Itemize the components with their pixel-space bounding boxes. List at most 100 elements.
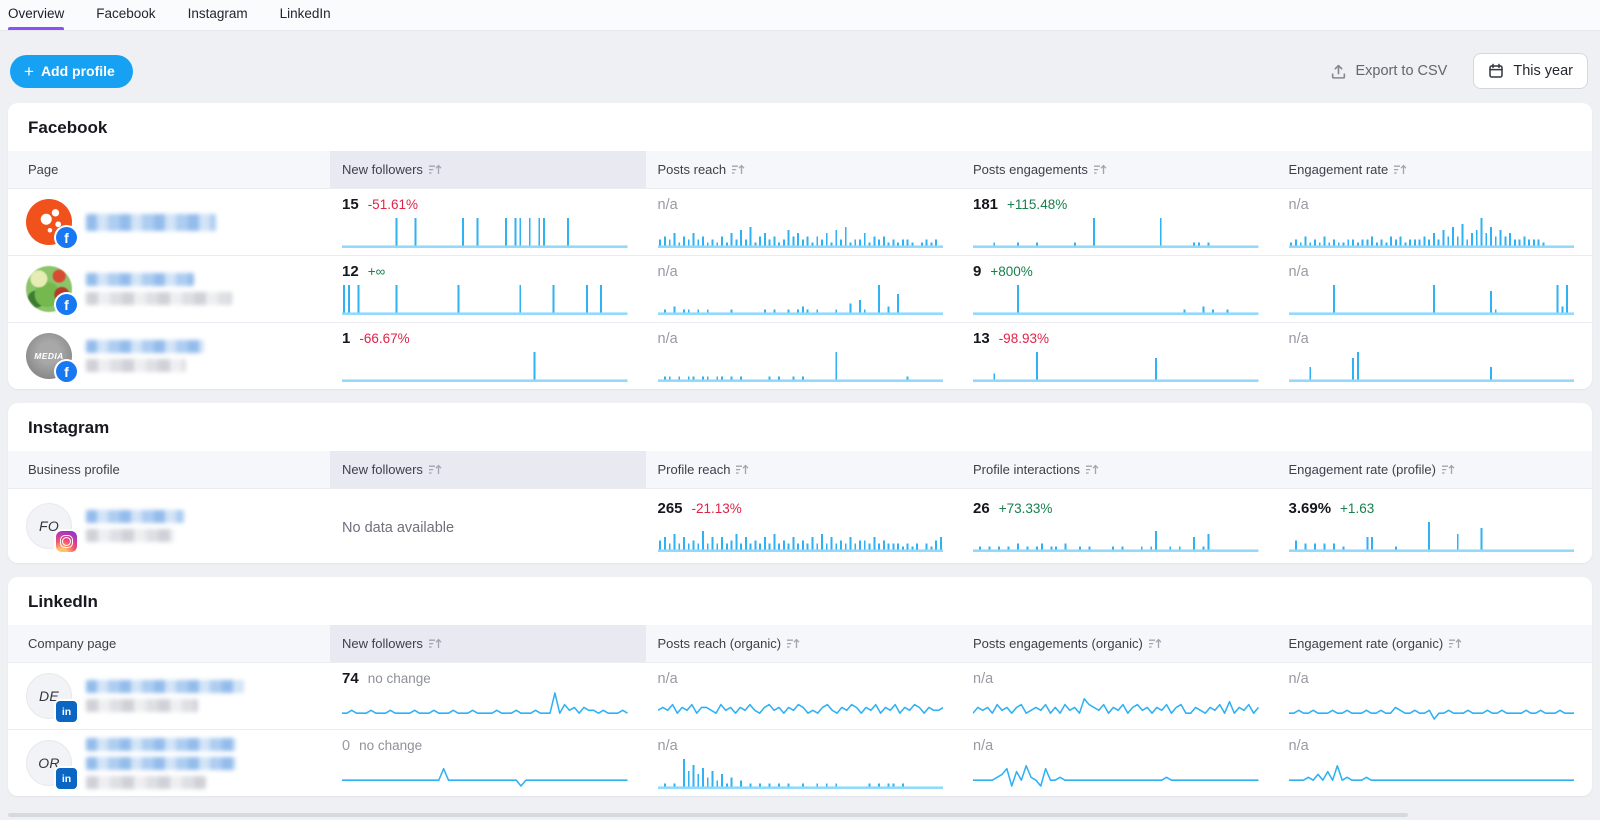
sparkline-chart bbox=[342, 283, 628, 315]
metric-cell-posts-reach: n/a bbox=[646, 331, 962, 382]
column-header-business-profile[interactable]: Business profile bbox=[8, 451, 330, 488]
column-header-new-followers[interactable]: New followers bbox=[330, 625, 646, 662]
sparkline-chart bbox=[1289, 757, 1575, 789]
column-header-new-followers[interactable]: New followers bbox=[330, 151, 646, 188]
metric-delta: +800% bbox=[990, 264, 1032, 279]
facebook-table-header: Page New followers Posts reach Posts eng… bbox=[8, 151, 1592, 188]
column-header-company-page[interactable]: Company page bbox=[8, 625, 330, 662]
column-header-posts-engagements[interactable]: Posts engagements bbox=[961, 151, 1277, 188]
tab-overview[interactable]: Overview bbox=[8, 0, 64, 30]
sparkline-chart bbox=[1289, 283, 1575, 315]
sparkline-chart bbox=[973, 690, 1259, 722]
date-range-button[interactable]: This year bbox=[1473, 53, 1588, 89]
column-header-engagement-rate-organic[interactable]: Engagement rate (organic) bbox=[1277, 625, 1593, 662]
column-header-posts-reach[interactable]: Posts reach bbox=[646, 151, 962, 188]
metric-cell-new-followers: 12 +∞ bbox=[330, 263, 646, 315]
sparkline-chart bbox=[658, 520, 944, 552]
instagram-section-title: Instagram bbox=[8, 403, 1592, 451]
metric-cell-posts-engagements: 9+800% bbox=[961, 263, 1277, 315]
facebook-badge-icon bbox=[56, 227, 77, 248]
metric-delta: +115.48% bbox=[1007, 197, 1067, 212]
instagram-section: Instagram Business profile New followers… bbox=[8, 403, 1592, 563]
profile-cell[interactable]: FO bbox=[8, 503, 330, 549]
tab-facebook[interactable]: Facebook bbox=[96, 0, 155, 30]
metric-value: n/a bbox=[658, 738, 678, 754]
sort-icon bbox=[1441, 464, 1456, 476]
column-header-new-followers[interactable]: New followers bbox=[330, 451, 646, 488]
linkedin-section-title: LinkedIn bbox=[8, 577, 1592, 625]
sparkline-chart bbox=[658, 216, 944, 248]
sort-icon bbox=[731, 164, 746, 176]
column-header-engagement-rate-profile[interactable]: Engagement rate (profile) bbox=[1277, 451, 1593, 488]
sparkline-chart bbox=[973, 283, 1259, 315]
metric-value: n/a bbox=[1289, 197, 1309, 213]
metric-value: n/a bbox=[1289, 331, 1309, 347]
metric-cell-engagement-rate: n/a bbox=[1277, 331, 1593, 382]
profile-avatar: MEDIA bbox=[26, 333, 72, 379]
column-header-profile-interactions[interactable]: Profile interactions bbox=[961, 451, 1277, 488]
profile-cell[interactable]: OR bbox=[8, 738, 330, 789]
metric-value: 15 bbox=[342, 196, 359, 213]
sparkline-chart bbox=[658, 283, 944, 315]
redacted-profile-name bbox=[86, 214, 216, 231]
facebook-badge-icon bbox=[56, 361, 77, 382]
metric-delta: +73.33% bbox=[999, 501, 1053, 516]
column-header-page[interactable]: Page bbox=[8, 151, 330, 188]
column-header-posts-engagements-organic[interactable]: Posts engagements (organic) bbox=[961, 625, 1277, 662]
metric-cell-new-followers: No data available bbox=[330, 516, 646, 536]
profile-cell[interactable]: DE bbox=[8, 673, 330, 719]
metric-value: 12 bbox=[342, 263, 359, 280]
metric-cell-posts-engagements: 181+115.48% bbox=[961, 196, 1277, 248]
profile-cell[interactable] bbox=[8, 199, 330, 245]
profile-avatar: OR bbox=[26, 740, 72, 786]
calendar-icon bbox=[1488, 63, 1504, 79]
metric-value: 0 bbox=[342, 738, 350, 754]
linkedin-section: LinkedIn Company page New followers Post… bbox=[8, 577, 1592, 796]
metric-cell-engagement-rate-profile: 3.69% +1.63 bbox=[1277, 500, 1593, 552]
metric-value: 3.69% bbox=[1289, 500, 1332, 517]
table-row: 15-51.61% n/a 181+115.48% n/a bbox=[8, 188, 1592, 255]
redacted-profile-name bbox=[86, 738, 236, 789]
add-profile-button[interactable]: + Add profile bbox=[10, 55, 133, 88]
sort-icon bbox=[1148, 638, 1163, 650]
metric-cell-new-followers: 0 no change bbox=[330, 738, 646, 789]
metric-value: 74 bbox=[342, 670, 359, 687]
sparkline-chart bbox=[658, 757, 944, 789]
no-data-label: No data available bbox=[342, 516, 628, 536]
metric-delta: -66.67% bbox=[359, 331, 409, 346]
sort-icon bbox=[735, 464, 750, 476]
horizontal-scrollbar[interactable] bbox=[8, 813, 1408, 817]
table-row: 12+∞ n/a 9+800% n/a bbox=[8, 255, 1592, 322]
sparkline-chart bbox=[342, 350, 628, 382]
metric-cell-posts-reach-organic: n/a bbox=[646, 738, 962, 789]
metric-cell-posts-reach: n/a bbox=[646, 197, 962, 248]
metric-cell-engagement-rate-organic: n/a bbox=[1277, 738, 1593, 789]
metric-delta: -98.93% bbox=[999, 331, 1049, 346]
metric-cell-new-followers: 1-66.67% bbox=[330, 330, 646, 382]
linkedin-badge-icon bbox=[56, 768, 77, 789]
tab-linkedin[interactable]: LinkedIn bbox=[280, 0, 331, 30]
sort-icon bbox=[428, 464, 443, 476]
column-header-profile-reach[interactable]: Profile reach bbox=[646, 451, 962, 488]
linkedin-badge-icon bbox=[56, 701, 77, 722]
top-tab-bar: Overview Facebook Instagram LinkedIn bbox=[0, 0, 1600, 31]
metric-delta: +∞ bbox=[368, 264, 386, 279]
column-header-posts-reach-organic[interactable]: Posts reach (organic) bbox=[646, 625, 962, 662]
metric-cell-posts-reach: n/a bbox=[646, 264, 962, 315]
instagram-table-header: Business profile New followers Profile r… bbox=[8, 451, 1592, 488]
export-csv-button[interactable]: Export to CSV bbox=[1330, 63, 1447, 80]
sort-icon bbox=[1448, 638, 1463, 650]
tab-instagram[interactable]: Instagram bbox=[188, 0, 248, 30]
sort-icon bbox=[1085, 464, 1100, 476]
profile-cell[interactable] bbox=[8, 266, 330, 312]
metric-delta: +1.63 bbox=[1340, 501, 1374, 516]
metric-cell-engagement-rate-organic: n/a bbox=[1277, 671, 1593, 722]
column-header-engagement-rate[interactable]: Engagement rate bbox=[1277, 151, 1593, 188]
metric-delta: no change bbox=[359, 738, 422, 753]
metric-value: n/a bbox=[973, 671, 993, 687]
sparkline-chart bbox=[658, 690, 944, 722]
avatar-text: MEDIA bbox=[34, 351, 63, 361]
sparkline-chart bbox=[1289, 690, 1575, 722]
sparkline-chart bbox=[1289, 350, 1575, 382]
profile-cell[interactable]: MEDIA bbox=[8, 333, 330, 379]
